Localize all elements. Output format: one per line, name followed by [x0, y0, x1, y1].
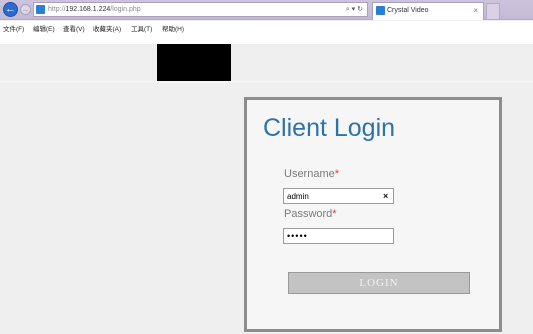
- password-field[interactable]: •••••: [283, 228, 394, 244]
- menu-bar: 文件(F) 编辑(E) 查看(V) 收藏夹(A) 工具(T) 帮助(H): [0, 21, 533, 44]
- address-bar[interactable]: http://192.168.1.224/login.php ⌕ ▾ ↻: [33, 2, 368, 17]
- browser-titlebar: ← → http://192.168.1.224/login.php ⌕ ▾ ↻…: [0, 0, 533, 20]
- password-label: Password*: [284, 208, 337, 220]
- login-button[interactable]: LOGIN: [288, 272, 470, 294]
- redacted-banner: [157, 44, 231, 81]
- forward-arrow-icon[interactable]: →: [20, 4, 31, 15]
- menu-view[interactable]: 查看(V): [63, 23, 85, 33]
- menu-file[interactable]: 文件(F): [3, 23, 24, 33]
- menu-help[interactable]: 帮助(H): [162, 23, 184, 33]
- browser-tab[interactable]: Crystal Video ×: [372, 2, 484, 20]
- url-path: /login.php: [110, 6, 141, 13]
- password-label-text: Password: [284, 208, 333, 220]
- menu-tools[interactable]: 工具(T): [131, 23, 152, 33]
- tab-favicon-icon: [376, 6, 385, 15]
- menu-favorites[interactable]: 收藏夹(A): [93, 23, 121, 33]
- address-tools[interactable]: ⌕ ▾ ↻: [346, 3, 363, 16]
- url-host: 192.168.1.224: [65, 6, 111, 13]
- username-label-text: Username: [284, 168, 335, 180]
- back-arrow-icon[interactable]: ←: [3, 2, 18, 17]
- url-scheme: http://: [48, 6, 66, 13]
- search-icon[interactable]: ⌕: [346, 6, 350, 13]
- username-label: Username*: [284, 168, 339, 180]
- tab-close-icon[interactable]: ×: [473, 3, 478, 18]
- new-tab-button[interactable]: [486, 3, 500, 19]
- header-divider: [0, 81, 533, 85]
- required-mark: *: [334, 168, 340, 180]
- username-field[interactable]: [283, 188, 394, 204]
- required-mark: *: [332, 208, 337, 220]
- refresh-icon[interactable]: ▾ ↻: [352, 6, 363, 13]
- clear-icon[interactable]: ×: [383, 189, 388, 203]
- menu-edit[interactable]: 编辑(E): [33, 23, 55, 33]
- login-panel: Client Login Username* × Password* •••••…: [244, 97, 502, 332]
- page-title: Client Login: [263, 114, 396, 142]
- tab-title: Crystal Video: [387, 7, 429, 14]
- site-favicon-icon: [36, 5, 45, 14]
